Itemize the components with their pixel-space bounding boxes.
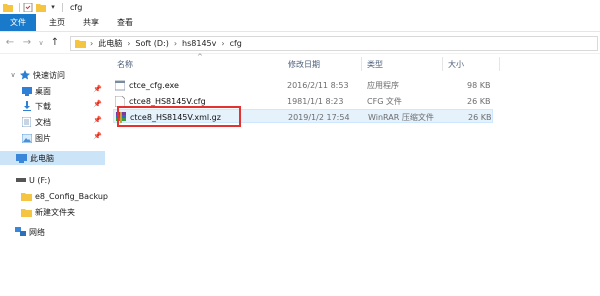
pin-icon[interactable]: 📌: [93, 100, 102, 108]
chevron-down-icon[interactable]: ∨: [37, 36, 45, 50]
folder-icon: [3, 3, 13, 12]
sidebar-item-label: 图片: [35, 133, 51, 143]
sidebar-item-quick-access[interactable]: ∨ 快速访问: [9, 68, 65, 82]
sidebar-item-pictures[interactable]: 图片: [21, 131, 51, 145]
sidebar-item-desktop[interactable]: 桌面: [21, 84, 51, 98]
file-name-cell: ctce_cfg.exe: [115, 78, 179, 92]
column-type[interactable]: 类型: [363, 57, 443, 71]
back-arrow-icon[interactable]: ←: [3, 36, 17, 50]
download-icon: [21, 101, 32, 111]
breadcrumb-current[interactable]: cfg: [230, 39, 242, 48]
file-size: 26 KB: [467, 96, 491, 106]
navigation-pane: ∨ 快速访问 桌面 📌 下载 📌 文档 📌 图片 📌 此电脑 U (F:) e8…: [0, 55, 108, 296]
column-name[interactable]: 名称: [113, 57, 283, 71]
folder-icon: [21, 191, 32, 201]
properties-icon[interactable]: [23, 2, 33, 12]
breadcrumb-drive[interactable]: Soft (D:): [135, 39, 168, 48]
sidebar-item-label: e8_Config_Backup: [35, 191, 109, 201]
column-date-modified[interactable]: 修改日期: [284, 57, 362, 71]
exe-icon: [115, 80, 125, 90]
sidebar-item-label: 此电脑: [30, 153, 54, 163]
file-row[interactable]: ctce_cfg.exe 2016/2/11 8:53 应用程序 98 KB: [113, 78, 493, 92]
column-header: ^ 名称 修改日期 类型 大小: [105, 53, 600, 71]
picture-icon: [21, 133, 32, 143]
sidebar-item-new-folder[interactable]: 新建文件夹: [21, 205, 75, 219]
sidebar-item-e8-config-backup[interactable]: e8_Config_Backup: [21, 189, 108, 203]
desktop-icon: [21, 86, 32, 96]
file-type: CFG 文件: [367, 96, 402, 106]
pin-icon[interactable]: 📌: [93, 85, 102, 93]
file-name: ctce8_HS8145V.cfg: [129, 96, 206, 106]
file-type: 应用程序: [367, 80, 399, 90]
file-date: 2019/1/2 17:54: [288, 112, 350, 122]
file-size: 26 KB: [468, 112, 492, 122]
folder-icon: [21, 207, 32, 217]
chevron-right-icon[interactable]: ›: [174, 39, 177, 48]
breadcrumb-folder[interactable]: hs8145v: [182, 39, 216, 48]
tab-share[interactable]: 共享: [74, 14, 108, 31]
annotation-highlight-box: [117, 106, 241, 127]
file-name: ctce_cfg.exe: [129, 80, 179, 90]
chevron-right-icon[interactable]: ›: [221, 39, 224, 48]
new-folder-icon[interactable]: [36, 3, 46, 12]
window-title: cfg: [70, 2, 83, 12]
chevron-right-icon[interactable]: ›: [127, 39, 130, 48]
folder-icon: [75, 39, 86, 48]
star-icon: [19, 70, 30, 80]
navigation-bar: ← → ∨ ↑ › 此电脑 › Soft (D:) › hs8145v › cf…: [0, 32, 600, 54]
sidebar-item-network[interactable]: 网络: [15, 225, 45, 239]
computer-icon: [16, 153, 27, 163]
pin-icon[interactable]: 📌: [93, 116, 102, 124]
divider: [19, 2, 20, 12]
column-size[interactable]: 大小: [444, 57, 500, 71]
cfg-file-icon: [115, 95, 125, 107]
file-date: 1981/1/1 8:23: [287, 96, 344, 106]
ribbon-tabs: 文件 主页 共享 查看: [0, 14, 600, 32]
sidebar-item-downloads[interactable]: 下载: [21, 99, 51, 113]
file-size: 98 KB: [467, 80, 491, 90]
chevron-down-icon[interactable]: ▾: [49, 3, 57, 11]
breadcrumb-this-pc[interactable]: 此电脑: [98, 38, 122, 49]
tab-file[interactable]: 文件: [0, 14, 36, 31]
document-icon: [21, 117, 32, 127]
sidebar-item-label: 下载: [35, 101, 51, 111]
sidebar-item-label: 快速访问: [33, 70, 65, 80]
sidebar-item-label: 网络: [29, 227, 45, 237]
sidebar-item-label: 文档: [35, 117, 51, 127]
tab-view[interactable]: 查看: [108, 14, 142, 31]
chevron-right-icon[interactable]: ›: [90, 39, 93, 48]
network-icon: [15, 227, 26, 237]
pin-icon[interactable]: 📌: [93, 132, 102, 140]
sidebar-item-label: 新建文件夹: [35, 207, 75, 217]
chevron-down-icon[interactable]: ∨: [9, 71, 17, 79]
up-arrow-icon[interactable]: ↑: [48, 36, 62, 50]
sidebar-item-this-pc[interactable]: 此电脑: [0, 151, 105, 165]
address-bar[interactable]: › 此电脑 › Soft (D:) › hs8145v › cfg: [70, 36, 598, 51]
sidebar-item-documents[interactable]: 文档: [21, 115, 51, 129]
sidebar-item-usb-drive[interactable]: U (F:): [15, 173, 50, 187]
file-type: WinRAR 压缩文件: [368, 112, 434, 122]
usb-drive-icon: [15, 175, 26, 185]
divider: [62, 2, 63, 12]
forward-arrow-icon[interactable]: →: [20, 36, 34, 50]
file-date: 2016/2/11 8:53: [287, 80, 349, 90]
tab-home[interactable]: 主页: [40, 14, 74, 31]
title-bar: ▾ cfg: [0, 0, 600, 14]
sidebar-item-label: 桌面: [35, 86, 51, 96]
sidebar-item-label: U (F:): [29, 175, 51, 185]
